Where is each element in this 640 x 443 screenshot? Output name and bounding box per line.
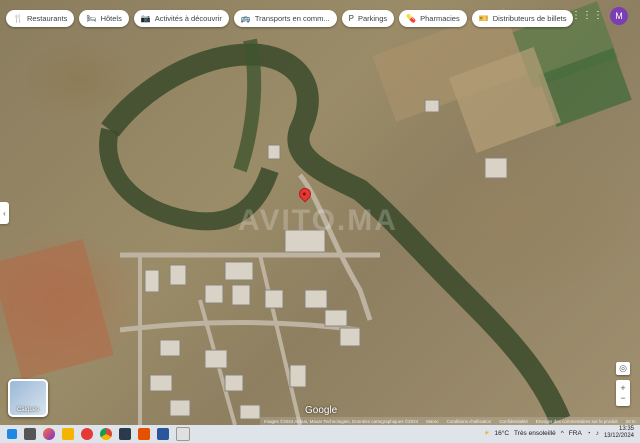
weather-icon[interactable]: ☀	[484, 429, 490, 437]
chip-transit[interactable]: 🚌 Transports en comm...	[233, 10, 337, 27]
windows-start-icon[interactable]	[7, 429, 17, 439]
wifi-icon[interactable]: ◔	[587, 430, 591, 437]
zoom-controls: + −	[616, 380, 630, 406]
transit-icon: 🚌	[240, 14, 251, 23]
camera-icon: 📷	[140, 14, 151, 23]
notepad-icon[interactable]	[176, 427, 190, 441]
my-location-button[interactable]: ◎	[616, 362, 630, 375]
search-icon[interactable]	[24, 428, 36, 440]
chip-restaurants[interactable]: 🍴 Restaurants	[6, 10, 75, 27]
weather-text: Très ensoleillé	[514, 429, 556, 437]
chip-atms[interactable]: 🎫 Distributeurs de billets	[471, 10, 574, 27]
ticket-icon: 🎫	[478, 14, 489, 23]
crosshair-icon: ◎	[619, 363, 627, 373]
chip-parking[interactable]: P Parkings	[341, 10, 395, 27]
opera-icon[interactable]	[81, 428, 93, 440]
satellite-map[interactable]: AVITO.MA 🍴 Restaurants 🛏 Hôtels 📷 Activités…	[0, 0, 640, 425]
system-tray: ☀ 16°C Très ensoleillé ^ FRA ◔ ♪ 13:35 1…	[484, 426, 634, 440]
zoom-in-button[interactable]: +	[620, 383, 625, 393]
apps-grid-icon[interactable]: ⋮⋮⋮	[571, 10, 604, 21]
collapse-panel-button[interactable]: ‹	[0, 202, 9, 224]
word-icon[interactable]	[157, 428, 169, 440]
layers-button[interactable]: Calques	[8, 379, 48, 417]
chip-pharmacies[interactable]: 💊 Pharmacies	[399, 10, 467, 27]
layers-label: Calques	[16, 407, 39, 413]
restaurant-icon: 🍴	[13, 14, 23, 23]
pdf-reader-icon[interactable]	[138, 428, 150, 440]
parking-icon: P	[348, 14, 354, 23]
clock[interactable]: 13:35 13/12/2024	[604, 426, 634, 440]
chip-activities[interactable]: 📷 Activités à découvrir	[133, 10, 229, 27]
avatar[interactable]: M	[610, 7, 628, 25]
language-indicator[interactable]: FRA	[569, 430, 582, 437]
hotel-icon: 🛏	[86, 14, 97, 23]
chip-hotels[interactable]: 🛏 Hôtels	[79, 10, 129, 27]
chevron-up-icon[interactable]: ^	[561, 430, 564, 437]
chrome-icon[interactable]	[100, 428, 112, 440]
google-logo: Google	[305, 405, 338, 416]
category-chips: 🍴 Restaurants 🛏 Hôtels 📷 Activités à découv…	[6, 10, 574, 27]
zoom-out-button[interactable]: −	[620, 393, 625, 403]
chevron-left-icon: ‹	[3, 208, 6, 218]
avito-watermark: AVITO.MA	[238, 204, 398, 237]
firefox-icon[interactable]	[43, 428, 55, 440]
map-attribution: Images ©2024 Airbus, Maxar Technologies,…	[260, 417, 640, 425]
volume-icon[interactable]: ♪	[596, 430, 599, 437]
taskbar: ☀ 16°C Très ensoleillé ^ FRA ◔ ♪ 13:35 1…	[0, 425, 640, 443]
weather-temp: 16°C	[494, 429, 510, 437]
app-icon[interactable]	[119, 428, 131, 440]
file-explorer-icon[interactable]	[62, 428, 74, 440]
pharmacy-icon: 💊	[406, 14, 417, 23]
